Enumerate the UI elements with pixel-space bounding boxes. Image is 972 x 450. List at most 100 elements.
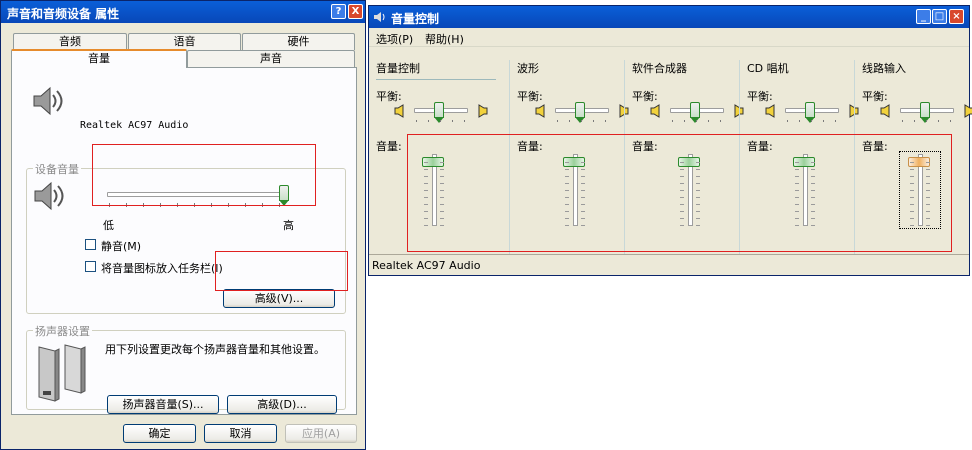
balance-slider[interactable] <box>412 102 472 126</box>
menu-bar: 选项(P) 帮助(H) <box>369 28 969 47</box>
tab-sounds[interactable]: 声音 <box>187 50 355 67</box>
tab-hardware[interactable]: 硬件 <box>242 33 355 50</box>
minimize-button[interactable]: _ <box>916 9 931 24</box>
balance-tick <box>416 120 417 122</box>
speaker-advanced-button[interactable]: 高级(D)... <box>227 395 337 414</box>
balance-left-speaker-icon <box>880 104 892 121</box>
balance-tick <box>569 120 570 122</box>
tab-voice[interactable]: 语音 <box>128 33 241 50</box>
highlight-advanced-button <box>215 251 348 291</box>
speaker-settings-label: 扬声器设置 <box>33 323 92 339</box>
channel-name: 波形 <box>517 62 539 75</box>
balance-right-speaker-icon <box>732 104 744 121</box>
close-button[interactable]: X <box>348 4 363 19</box>
balance-label: 平衡: <box>376 90 402 103</box>
balance-tick <box>696 120 697 122</box>
balance-slider[interactable] <box>783 102 843 126</box>
menu-options[interactable]: 选项(P) <box>376 31 413 47</box>
balance-left-speaker-icon <box>535 104 547 121</box>
tray-icon-label: 将音量图标放入任务栏(I) <box>101 262 223 275</box>
balance-tick <box>914 120 915 122</box>
balance-tick <box>440 120 441 122</box>
balance-thumb[interactable] <box>434 102 444 123</box>
dialog-body: 音频 语音 硬件 声音 Realtek AC97 Audio 设备音量 低 高 … <box>1 23 365 449</box>
balance-tick <box>823 120 824 122</box>
balance-tick <box>605 120 606 122</box>
window-title: 声音和音频设备 属性 <box>7 7 120 21</box>
balance-tick <box>464 120 465 122</box>
volume-label: 音量: <box>376 140 402 153</box>
balance-tick <box>428 120 429 122</box>
menu-help[interactable]: 帮助(H) <box>425 31 464 47</box>
channel-name: 线路输入 <box>862 62 906 75</box>
balance-tick <box>684 120 685 122</box>
balance-label: 平衡: <box>517 90 543 103</box>
channel-header-divider <box>376 79 496 80</box>
speaker-settings-group: 扬声器设置 用下列设置更改每个扬声器音量和其他设置。 扬声器音量(S)... 高… <box>26 323 346 414</box>
balance-slider[interactable] <box>553 102 613 126</box>
balance-slider[interactable] <box>898 102 958 126</box>
balance-tick <box>811 120 812 122</box>
ok-button[interactable]: 确定 <box>123 424 196 443</box>
high-label: 高 <box>283 219 294 232</box>
balance-label: 平衡: <box>632 90 658 103</box>
speaker-volume-button[interactable]: 扬声器音量(S)... <box>107 395 219 414</box>
speaker-icon <box>32 86 66 119</box>
channel-name: CD 唱机 <box>747 62 789 75</box>
advanced-volume-button[interactable]: 高级(V)... <box>223 289 335 308</box>
balance-right-speaker-icon <box>476 104 488 121</box>
balance-right-speaker-icon <box>617 104 629 121</box>
balance-tick <box>787 120 788 122</box>
balance-thumb[interactable] <box>690 102 700 123</box>
status-bar: Realtek AC97 Audio <box>369 254 969 275</box>
status-text: Realtek AC97 Audio <box>372 259 481 272</box>
balance-tick <box>708 120 709 122</box>
speaker-settings-description: 用下列设置更改每个扬声器音量和其他设置。 <box>105 343 325 356</box>
volume-control-window: 音量控制 _ □ × 选项(P) 帮助(H) 音量控制 平衡: 音量: 波形 平… <box>368 5 972 276</box>
apply-button[interactable]: 应用(A) <box>285 424 357 443</box>
balance-right-speaker-icon <box>847 104 859 121</box>
balance-tick <box>950 120 951 122</box>
channel-name: 音量控制 <box>376 62 420 75</box>
balance-tick <box>581 120 582 122</box>
balance-tick <box>452 120 453 122</box>
help-button[interactable]: ? <box>331 4 346 19</box>
title-bar[interactable]: 声音和音频设备 属性 ? X <box>1 1 365 23</box>
balance-slider[interactable] <box>668 102 728 126</box>
cancel-button[interactable]: 取消 <box>204 424 277 443</box>
highlight-volume-sliders <box>407 134 952 252</box>
title-bar[interactable]: 音量控制 _ □ × <box>369 6 969 28</box>
balance-tick <box>799 120 800 122</box>
highlight-device-slider <box>92 144 316 206</box>
balance-left-speaker-icon <box>394 104 406 121</box>
mute-checkbox[interactable] <box>85 239 96 250</box>
balance-thumb[interactable] <box>805 102 815 123</box>
window-title: 音量控制 <box>391 12 440 26</box>
device-volume-label: 设备音量 <box>33 161 81 177</box>
balance-tick <box>938 120 939 122</box>
device-name: Realtek AC97 Audio <box>80 120 189 131</box>
balance-tick <box>835 120 836 122</box>
speakers-image <box>33 341 89 410</box>
volume-tab-panel: Realtek AC97 Audio 设备音量 低 高 静音(M) 将音量图标放… <box>11 67 357 415</box>
balance-thumb[interactable] <box>920 102 930 123</box>
speaker-icon <box>33 181 67 214</box>
balance-label: 平衡: <box>862 90 888 103</box>
balance-left-speaker-icon <box>650 104 662 121</box>
balance-right-speaker-icon <box>962 104 972 121</box>
balance-tick <box>593 120 594 122</box>
balance-left-speaker-icon <box>765 104 777 121</box>
channel-name: 软件合成器 <box>632 62 687 75</box>
balance-tick <box>557 120 558 122</box>
mute-label: 静音(M) <box>101 240 142 253</box>
tray-icon-checkbox[interactable] <box>85 261 96 272</box>
balance-tick <box>902 120 903 122</box>
balance-tick <box>720 120 721 122</box>
tab-audio[interactable]: 音频 <box>13 33 127 50</box>
maximize-button[interactable]: □ <box>932 9 947 24</box>
sound-properties-window: 声音和音频设备 属性 ? X 音频 语音 硬件 声音 Realtek AC97 … <box>0 0 366 450</box>
balance-tick <box>926 120 927 122</box>
close-button[interactable]: × <box>949 9 964 24</box>
tab-volume[interactable]: 音量 <box>11 49 187 68</box>
balance-thumb[interactable] <box>575 102 585 123</box>
